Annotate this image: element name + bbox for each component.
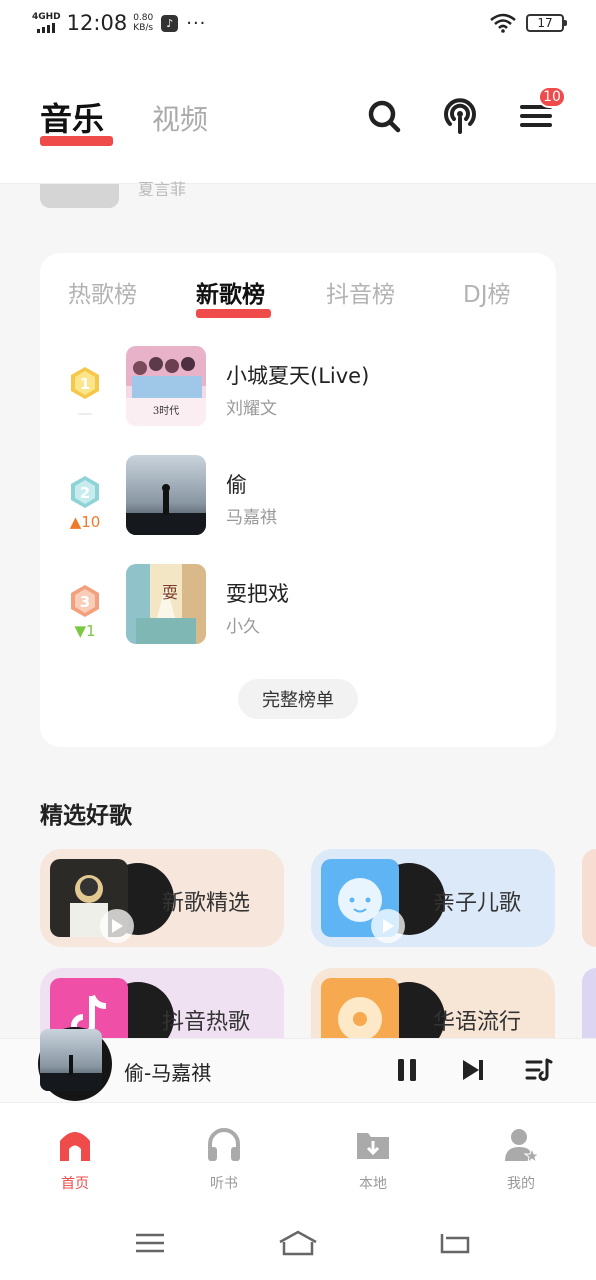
nav-home[interactable]: 首页 xyxy=(35,1125,115,1193)
bottom-navigation: 首页 听书 本地 我的 xyxy=(0,1102,596,1202)
recent-apps-icon[interactable] xyxy=(130,1228,170,1258)
chart-song-row[interactable]: 3 ▼1 耍 耍把戏 小久 xyxy=(40,564,556,644)
song-title: 小城夏天(Live) xyxy=(226,364,370,388)
song-title: 偷 xyxy=(226,473,247,497)
previous-song-artist: 夏言菲 xyxy=(138,180,187,196)
playlist-icon xyxy=(525,1058,553,1081)
featured-card-new-songs[interactable]: 新歌精选 xyxy=(40,849,284,947)
featured-label: 新歌精选 xyxy=(162,891,251,916)
chart-card: 热歌榜 新歌榜 抖音榜 DJ榜 1 — 3时代 小城夏天(Live) 刘耀文 2… xyxy=(40,253,556,747)
song-artist: 马嘉祺 xyxy=(226,508,277,528)
download-folder-icon xyxy=(357,1133,389,1159)
playlist-button[interactable] xyxy=(522,1053,556,1087)
tab-douyin-chart[interactable]: 抖音榜 xyxy=(326,275,395,309)
nav-label: 本地 xyxy=(359,1176,387,1192)
song-cover: 3时代 xyxy=(126,346,206,426)
more-notifications-icon: ··· xyxy=(186,12,207,34)
previous-song-cover[interactable] xyxy=(40,184,119,208)
home-button-icon[interactable] xyxy=(278,1228,318,1258)
rank-number: 3 xyxy=(80,593,90,611)
skip-next-icon xyxy=(463,1060,483,1080)
rank-change: ▼1 xyxy=(74,622,96,640)
status-bar: 4GHD 12:08 0.80 KB/s ♪ ··· 17 xyxy=(0,0,596,46)
back-icon[interactable] xyxy=(434,1228,474,1258)
chart-song-row[interactable]: 2 ▲10 偷 马嘉祺 xyxy=(40,455,556,535)
featured-label: 抖音热歌 xyxy=(162,1010,251,1035)
tab-music[interactable]: 音乐 xyxy=(40,94,104,140)
nav-label: 我的 xyxy=(507,1176,535,1192)
nav-label: 听书 xyxy=(210,1176,238,1192)
speed-unit: KB/s xyxy=(133,23,154,33)
clock: 12:08 xyxy=(66,11,128,35)
now-playing-cover[interactable] xyxy=(40,1029,102,1091)
pause-icon xyxy=(398,1059,416,1081)
speed-value: 0.80 xyxy=(133,13,154,23)
user-icon xyxy=(505,1129,541,1164)
tab-hot-chart[interactable]: 热歌榜 xyxy=(68,275,137,309)
svg-text:3时代: 3时代 xyxy=(153,405,179,417)
featured-label: 亲子儿歌 xyxy=(433,891,522,916)
now-playing-title: 偷-马嘉祺 xyxy=(124,1061,212,1085)
top-header: 音乐 视频 10 xyxy=(0,46,596,184)
play-icon[interactable] xyxy=(371,909,405,943)
signal-icon xyxy=(37,23,56,33)
wifi-icon xyxy=(490,13,516,33)
headphones-icon xyxy=(208,1128,240,1161)
active-tab-indicator xyxy=(40,136,113,146)
network-type: 4GHD xyxy=(32,12,61,22)
rank-number: 1 xyxy=(80,375,90,393)
tab-new-chart[interactable]: 新歌榜 xyxy=(196,275,265,309)
podcast-icon[interactable] xyxy=(440,96,480,136)
svg-text:耍: 耍 xyxy=(162,583,178,602)
battery-level: 17 xyxy=(537,16,553,30)
featured-section-title: 精选好歌 xyxy=(40,803,132,829)
song-cover: 耍 xyxy=(126,564,206,644)
tab-dj-chart[interactable]: DJ榜 xyxy=(463,275,511,309)
song-artist: 小久 xyxy=(226,617,260,637)
menu-badge: 10 xyxy=(538,86,566,108)
network-indicator: 4GHD xyxy=(32,13,61,33)
song-cover xyxy=(126,455,206,535)
rank-medal-icon: 3 xyxy=(71,585,99,617)
nav-audiobooks[interactable]: 听书 xyxy=(184,1125,264,1193)
tab-video[interactable]: 视频 xyxy=(152,98,208,138)
song-title: 耍把戏 xyxy=(226,582,289,606)
chart-song-row[interactable]: 1 — 3时代 小城夏天(Live) 刘耀文 xyxy=(40,346,556,426)
full-chart-button[interactable]: 完整榜单 xyxy=(238,679,358,719)
nav-label: 首页 xyxy=(61,1176,89,1192)
rank-change: — xyxy=(77,404,93,422)
system-navigation-bar xyxy=(0,1202,596,1280)
chart-tab-indicator xyxy=(196,309,271,318)
song-artist: 刘耀文 xyxy=(226,399,277,419)
search-icon[interactable] xyxy=(364,96,404,136)
rank-change: ▲10 xyxy=(69,513,101,531)
nav-mine[interactable]: 我的 xyxy=(481,1125,561,1193)
rank-medal-icon: 2 xyxy=(71,476,99,508)
home-icon xyxy=(60,1132,90,1161)
mini-player[interactable]: 偷-马嘉祺 xyxy=(0,1027,596,1102)
rank-medal-icon: 1 xyxy=(71,367,99,399)
featured-label: 华语流行 xyxy=(433,1010,522,1035)
play-icon[interactable] xyxy=(100,909,134,943)
battery-indicator: 17 xyxy=(526,14,567,32)
nav-local[interactable]: 本地 xyxy=(333,1125,413,1193)
next-button[interactable] xyxy=(456,1053,490,1087)
network-speed: 0.80 KB/s xyxy=(133,13,153,33)
featured-card-kids-songs[interactable]: 亲子儿歌 xyxy=(311,849,555,947)
tiktok-notification-icon: ♪ xyxy=(161,14,179,32)
pause-button[interactable] xyxy=(390,1053,424,1087)
rank-number: 2 xyxy=(80,484,90,502)
featured-card-peek[interactable] xyxy=(582,849,596,947)
